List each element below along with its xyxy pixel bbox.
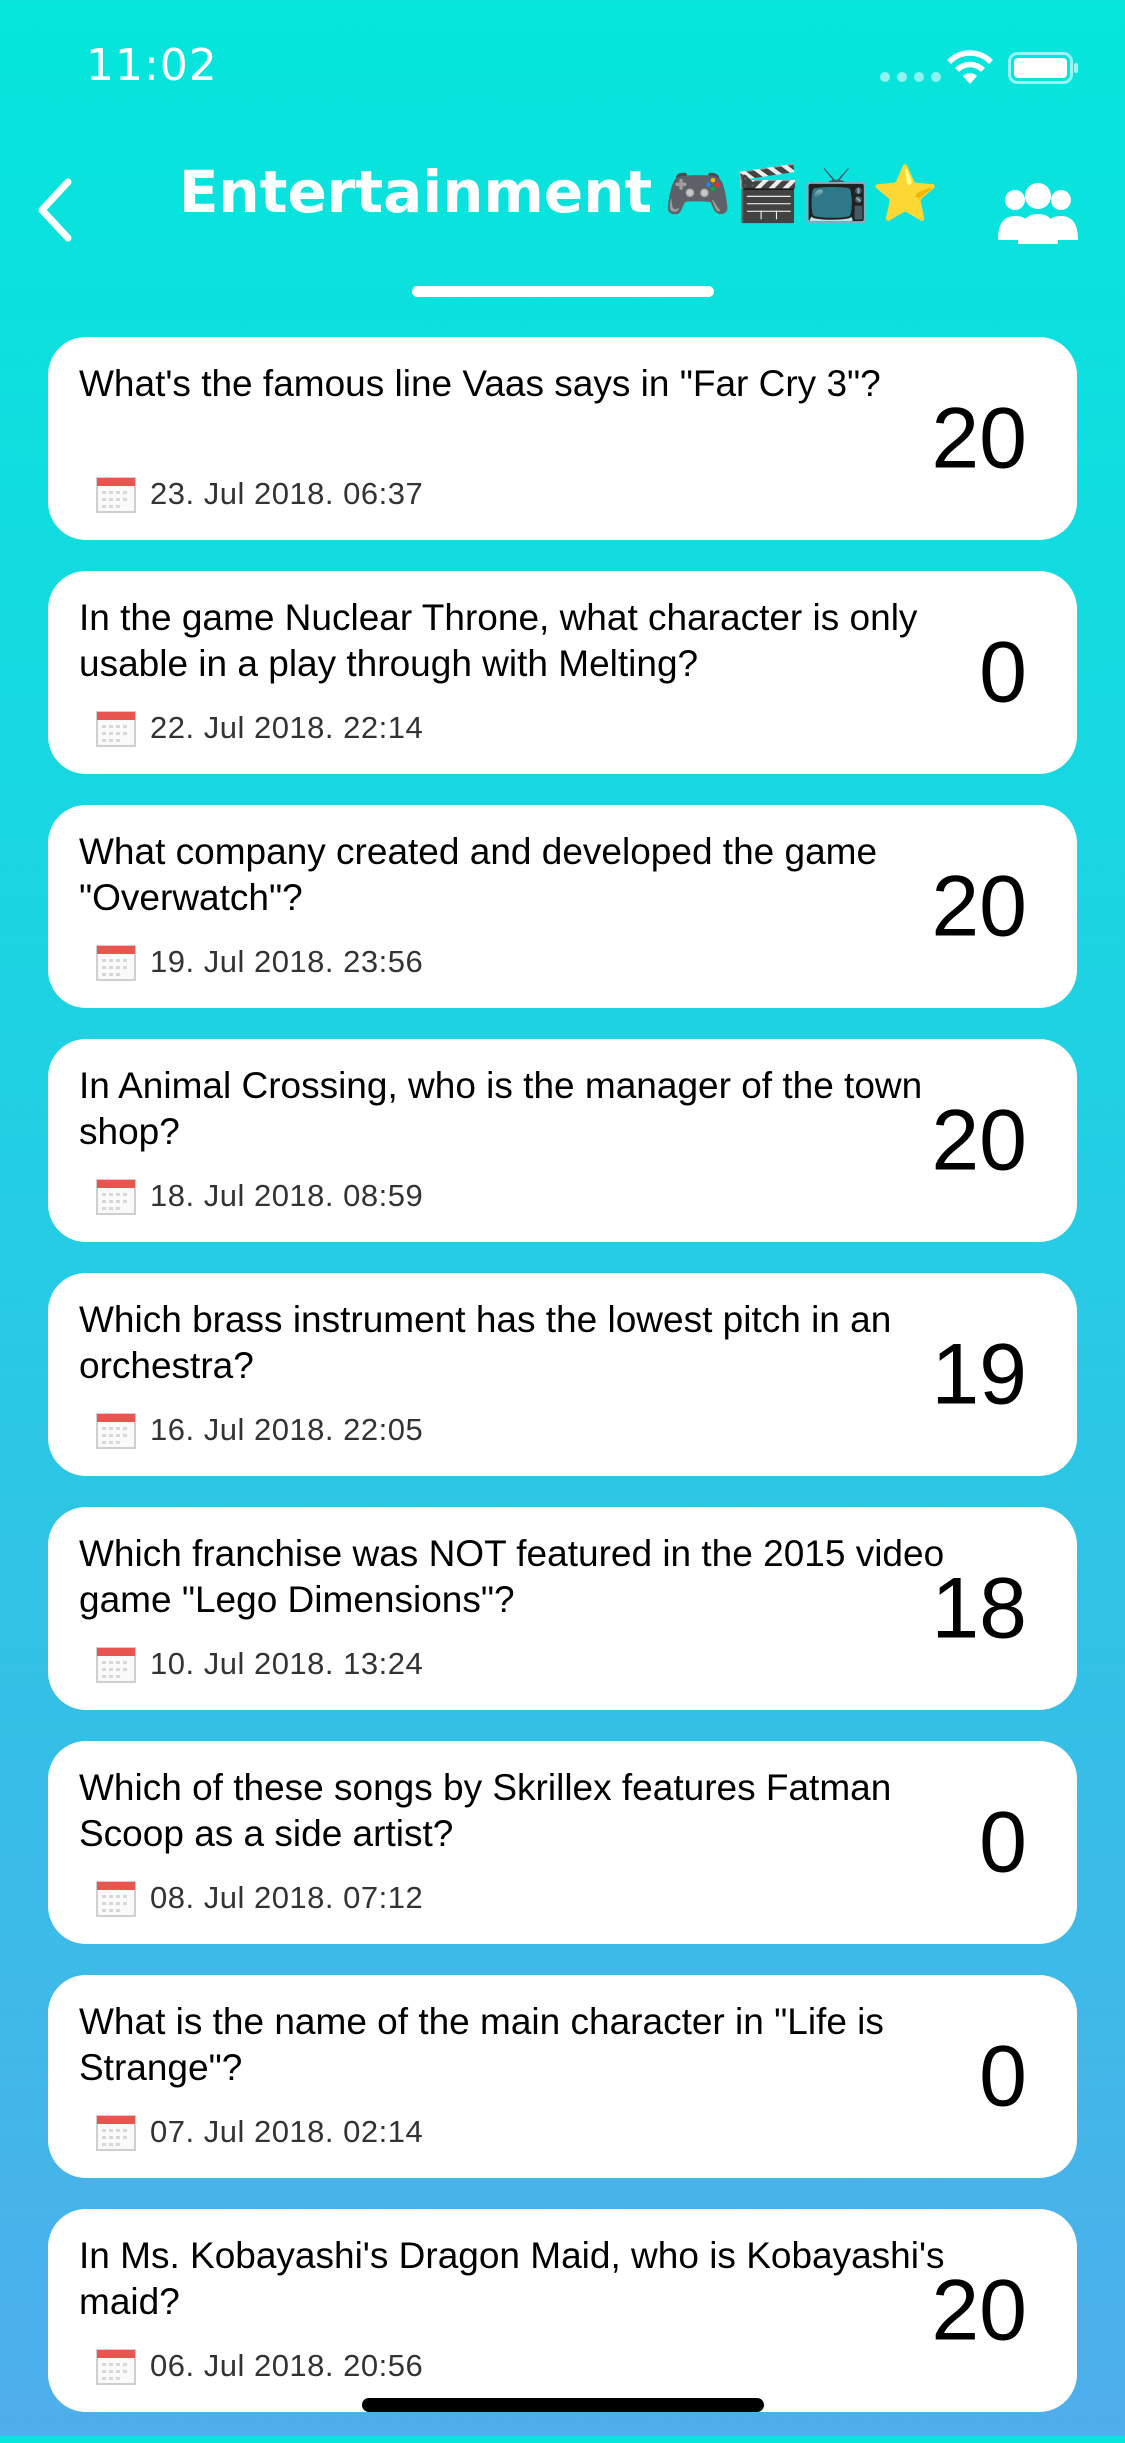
home-indicator[interactable] bbox=[362, 2398, 764, 2412]
calendar-icon bbox=[96, 945, 136, 981]
chevron-left-icon bbox=[38, 178, 72, 242]
status-bar: 11:02 bbox=[0, 0, 1125, 140]
battery-icon bbox=[1008, 52, 1078, 84]
status-time: 11:02 bbox=[86, 40, 218, 91]
list-item[interactable]: What's the famous line Vaas says in "Far… bbox=[48, 337, 1077, 540]
date-row: 18. Jul 2018. 08:59 bbox=[96, 1177, 423, 1215]
question-date: 19. Jul 2018. 23:56 bbox=[150, 944, 424, 979]
date-row: 19. Jul 2018. 23:56 bbox=[96, 943, 423, 981]
question-date: 07. Jul 2018. 02:14 bbox=[150, 2114, 424, 2149]
date-row: 07. Jul 2018. 02:14 bbox=[96, 2113, 423, 2151]
question-date: 22. Jul 2018. 22:14 bbox=[150, 710, 424, 745]
back-button[interactable] bbox=[16, 160, 96, 260]
question-score: 0 bbox=[979, 1794, 1027, 1890]
list-item[interactable]: In the game Nuclear Throne, what charact… bbox=[48, 571, 1077, 774]
calendar-icon bbox=[96, 2115, 136, 2151]
question-text: In the game Nuclear Throne, what charact… bbox=[79, 597, 918, 684]
title-emojis: 🎮🎬📺⭐ bbox=[664, 162, 942, 225]
page-title: Entertainment 🎮🎬📺⭐ bbox=[130, 158, 990, 226]
question-text: Which of these songs by Skrillex feature… bbox=[79, 1767, 892, 1854]
question-score: 19 bbox=[931, 1326, 1027, 1422]
calendar-icon bbox=[96, 1647, 136, 1683]
question-text: What's the famous line Vaas says in "Far… bbox=[79, 363, 881, 404]
question-date: 08. Jul 2018. 07:12 bbox=[150, 1880, 424, 1915]
list-item[interactable]: In Ms. Kobayashi's Dragon Maid, who is K… bbox=[48, 2209, 1077, 2412]
question-date: 16. Jul 2018. 22:05 bbox=[150, 1412, 424, 1447]
date-row: 06. Jul 2018. 20:56 bbox=[96, 2347, 423, 2385]
date-row: 23. Jul 2018. 06:37 bbox=[96, 475, 423, 513]
question-score: 20 bbox=[931, 858, 1027, 954]
question-score: 18 bbox=[931, 1560, 1027, 1656]
question-date: 18. Jul 2018. 08:59 bbox=[150, 1178, 424, 1213]
nav-underline bbox=[412, 286, 714, 297]
question-text: Which brass instrument has the lowest pi… bbox=[79, 1299, 892, 1386]
cellular-signal-icon bbox=[880, 72, 941, 82]
question-list[interactable]: What's the famous line Vaas says in "Far… bbox=[48, 337, 1077, 2443]
question-score: 20 bbox=[931, 390, 1027, 486]
list-item[interactable]: What company created and developed the g… bbox=[48, 805, 1077, 1008]
question-score: 0 bbox=[979, 624, 1027, 720]
list-item[interactable]: Which franchise was NOT featured in the … bbox=[48, 1507, 1077, 1710]
date-row: 10. Jul 2018. 13:24 bbox=[96, 1645, 423, 1683]
list-item[interactable]: What is the name of the main character i… bbox=[48, 1975, 1077, 2178]
date-row: 16. Jul 2018. 22:05 bbox=[96, 1411, 423, 1449]
question-score: 20 bbox=[931, 2262, 1027, 2358]
calendar-icon bbox=[96, 1413, 136, 1449]
calendar-icon bbox=[96, 711, 136, 747]
group-users-icon[interactable] bbox=[996, 178, 1080, 248]
question-score: 20 bbox=[931, 1092, 1027, 1188]
question-text: What is the name of the main character i… bbox=[79, 2001, 884, 2088]
question-date: 10. Jul 2018. 13:24 bbox=[150, 1646, 424, 1681]
date-row: 08. Jul 2018. 07:12 bbox=[96, 1879, 423, 1917]
page-title-text: Entertainment bbox=[178, 158, 653, 226]
wifi-icon bbox=[947, 50, 993, 84]
question-text: What company created and developed the g… bbox=[79, 831, 878, 918]
question-text: Which franchise was NOT featured in the … bbox=[79, 1533, 945, 1620]
calendar-icon bbox=[96, 477, 136, 513]
calendar-icon bbox=[96, 1881, 136, 1917]
date-row: 22. Jul 2018. 22:14 bbox=[96, 709, 423, 747]
calendar-icon bbox=[96, 2349, 136, 2385]
list-item[interactable]: Which brass instrument has the lowest pi… bbox=[48, 1273, 1077, 1476]
navigation-bar: Entertainment 🎮🎬📺⭐ bbox=[0, 140, 1125, 310]
question-text: In Animal Crossing, who is the manager o… bbox=[79, 1065, 923, 1152]
list-item[interactable]: In Animal Crossing, who is the manager o… bbox=[48, 1039, 1077, 1242]
question-score: 0 bbox=[979, 2028, 1027, 2124]
question-date: 23. Jul 2018. 06:37 bbox=[150, 476, 424, 511]
question-text: In Ms. Kobayashi's Dragon Maid, who is K… bbox=[79, 2235, 945, 2322]
calendar-icon bbox=[96, 1179, 136, 1215]
list-item[interactable]: Which of these songs by Skrillex feature… bbox=[48, 1741, 1077, 1944]
question-date: 06. Jul 2018. 20:56 bbox=[150, 2348, 424, 2383]
